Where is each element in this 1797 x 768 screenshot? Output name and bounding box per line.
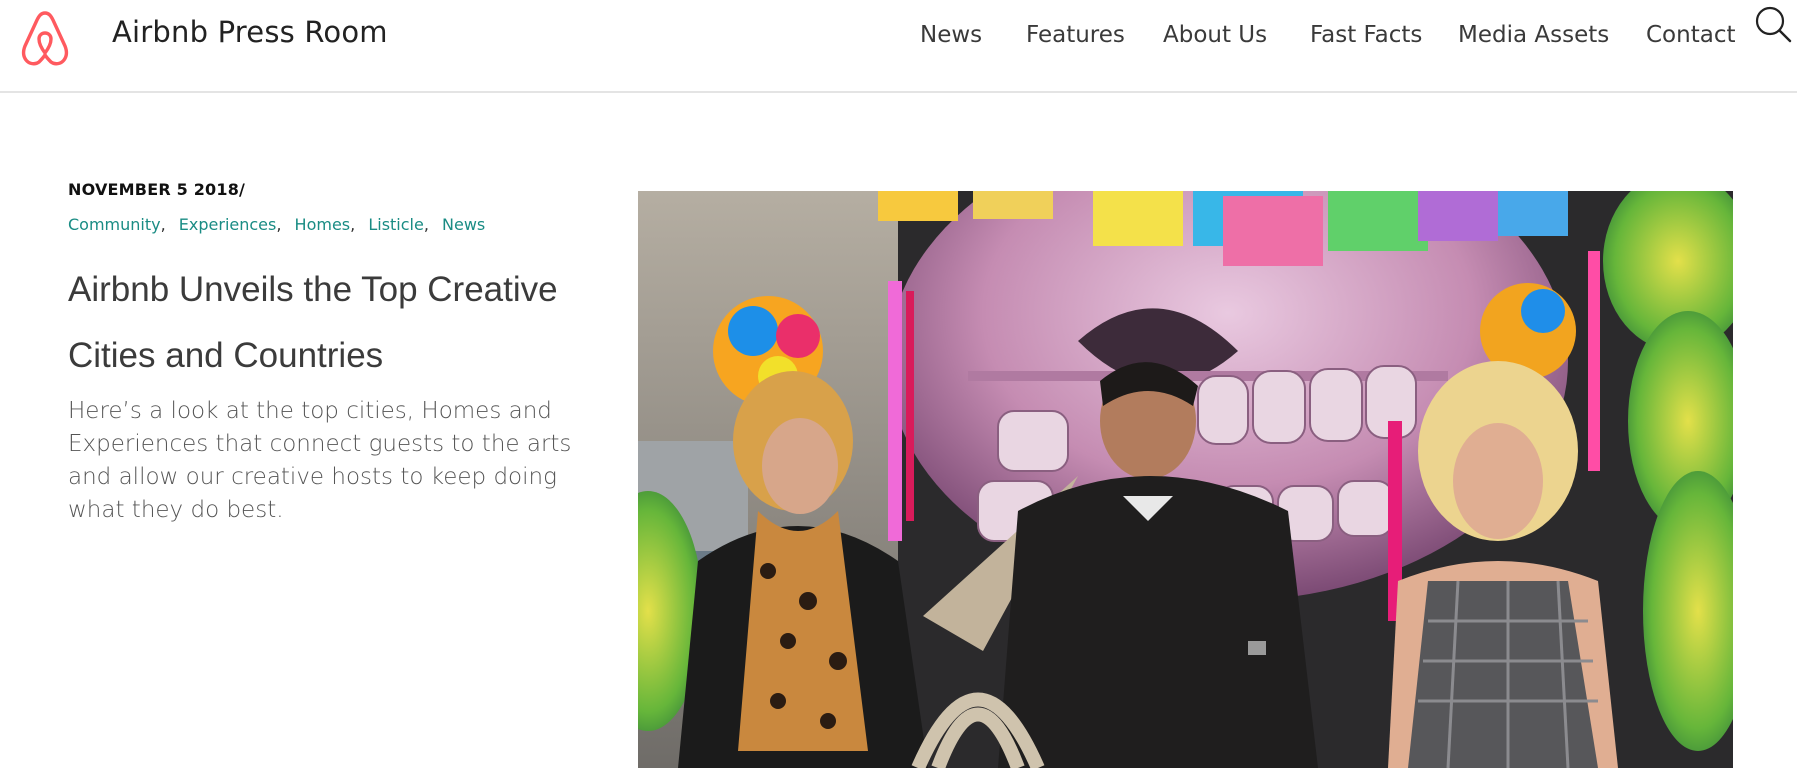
nav-item-features[interactable]: Features <box>1026 22 1125 48</box>
nav-item-news[interactable]: News <box>920 22 982 48</box>
site-header: Airbnb Press Room News Features About Us… <box>0 0 1797 93</box>
article-hero-image[interactable] <box>638 191 1733 768</box>
category-link-listicle[interactable]: Listicle <box>368 215 424 234</box>
article-categories: Community, Experiences, Homes, Listicle,… <box>68 215 485 234</box>
nav-item-about-us[interactable]: About Us <box>1163 22 1267 48</box>
nav-item-fast-facts[interactable]: Fast Facts <box>1310 22 1422 48</box>
category-separator: , <box>160 215 166 234</box>
nav-item-media-assets[interactable]: Media Assets <box>1458 22 1609 48</box>
category-link-community[interactable]: Community <box>68 215 161 234</box>
site-title[interactable]: Airbnb Press Room <box>112 15 388 49</box>
category-link-experiences[interactable]: Experiences <box>179 215 277 234</box>
hero-illustration <box>638 191 1733 768</box>
article-summary: Here’s a look at the top cities, Homes a… <box>68 398 572 523</box>
search-icon[interactable] <box>1753 4 1793 44</box>
category-separator: , <box>276 215 282 234</box>
article-title[interactable]: Airbnb Unveils the Top Creative Cities a… <box>68 257 588 389</box>
article-date: NOVEMBER 5 2018/ <box>68 180 246 199</box>
airbnb-logo-icon[interactable] <box>17 9 73 67</box>
category-link-homes[interactable]: Homes <box>295 215 351 234</box>
category-separator: , <box>423 215 429 234</box>
category-link-news[interactable]: News <box>442 215 485 234</box>
nav-item-contact[interactable]: Contact <box>1646 22 1735 48</box>
category-separator: , <box>350 215 356 234</box>
